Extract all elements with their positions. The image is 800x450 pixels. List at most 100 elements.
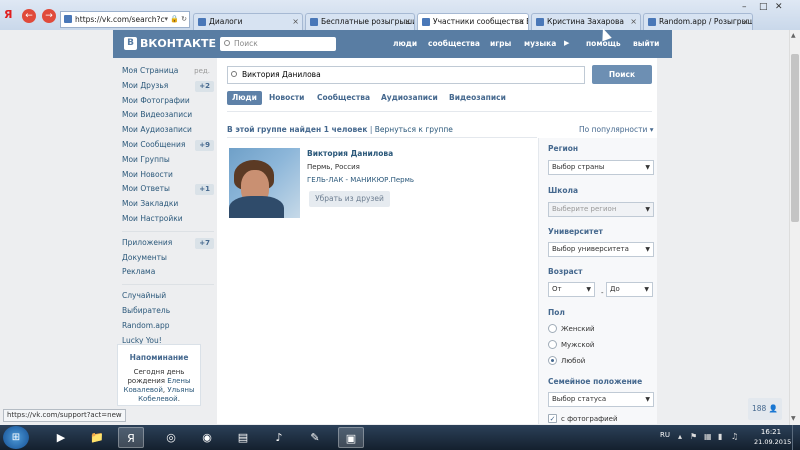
with-photo-checkbox[interactable]: ✓ с фотографией bbox=[548, 414, 618, 424]
tab-kristina[interactable]: Кристина Захарова × bbox=[531, 13, 641, 30]
close-window-icon[interactable]: ✕ bbox=[775, 2, 783, 12]
tab-audio[interactable]: Аудиозаписи bbox=[381, 91, 438, 105]
age-to-select[interactable]: До ▼ bbox=[606, 282, 653, 297]
tab-communities[interactable]: Сообщества bbox=[317, 91, 370, 105]
people-search-input[interactable]: Виктория Данилова bbox=[227, 66, 585, 84]
school-select[interactable]: Выберите регион ▼ bbox=[548, 202, 654, 217]
vk-logo[interactable]: В ВКОНТАКТЕ bbox=[124, 37, 216, 51]
tab-close-icon[interactable]: × bbox=[518, 14, 525, 30]
sidebar-item-groups[interactable]: Мои Группы bbox=[122, 153, 214, 168]
sort-dropdown[interactable]: По популярности ▾ bbox=[579, 125, 654, 134]
sidebar-item-chooser[interactable]: Выбиратель bbox=[122, 304, 214, 319]
nav-people[interactable]: люди bbox=[393, 39, 417, 48]
nav-logout[interactable]: выйти bbox=[633, 39, 659, 48]
person-status-link[interactable]: ГЕЛЬ-ЛАК - МАНИКЮР.Пермь bbox=[307, 176, 414, 184]
tray-volume-icon[interactable]: ♫ bbox=[731, 432, 738, 441]
page-scrollbar[interactable]: ▲ ▼ bbox=[789, 30, 800, 425]
tab-news[interactable]: Новости bbox=[269, 91, 304, 105]
play-icon[interactable]: ▶ bbox=[564, 39, 569, 47]
header-search-input[interactable]: Поиск bbox=[220, 37, 336, 51]
sidebar-item-random[interactable]: Случайный bbox=[122, 289, 214, 304]
maximize-icon[interactable]: □ bbox=[759, 2, 768, 12]
tray-arrow-icon[interactable]: ▴ bbox=[678, 432, 682, 441]
minimize-icon[interactable]: – bbox=[742, 2, 747, 12]
outlook-icon[interactable]: ◎ bbox=[158, 427, 184, 448]
reminder-name-link[interactable]: Ковалевой bbox=[123, 386, 162, 394]
reminder-name-link[interactable]: Ульяны bbox=[167, 386, 194, 394]
forward-button[interactable]: → bbox=[42, 9, 56, 23]
remove-friend-button[interactable]: Убрать из друзей bbox=[309, 191, 390, 207]
person-name-link[interactable]: Виктория Данилова bbox=[307, 149, 393, 158]
chrome-icon[interactable]: ◉ bbox=[194, 427, 220, 448]
tab-close-icon[interactable]: × bbox=[630, 14, 637, 30]
screen-recorder-icon[interactable]: ▣ bbox=[338, 427, 364, 448]
tray-network-icon[interactable]: ▦ bbox=[704, 432, 712, 441]
language-indicator[interactable]: RU bbox=[660, 431, 670, 439]
nav-music[interactable]: музыка bbox=[524, 39, 556, 48]
yandex-browser-icon[interactable]: Я bbox=[118, 427, 144, 448]
terminal-icon[interactable]: ▤ bbox=[230, 427, 256, 448]
nav-games[interactable]: игры bbox=[490, 39, 511, 48]
lock-icon[interactable]: ▾ 🔒 ↻ bbox=[164, 12, 187, 27]
sidebar-item-friends[interactable]: Мои Друзья +2 bbox=[122, 79, 214, 94]
tab-people[interactable]: Люди bbox=[227, 91, 262, 105]
back-to-group-link[interactable]: Вернуться к группе bbox=[375, 125, 453, 134]
sidebar-item-bookmarks[interactable]: Мои Закладки bbox=[122, 197, 214, 212]
sidebar-item-news[interactable]: Мои Новости bbox=[122, 168, 214, 183]
show-desktop-button[interactable] bbox=[792, 425, 800, 450]
tab-close-icon[interactable]: × bbox=[292, 14, 299, 30]
reminder-name-link[interactable]: Елены bbox=[167, 377, 190, 385]
back-button[interactable]: ← bbox=[22, 9, 36, 23]
scroll-down-icon[interactable]: ▼ bbox=[791, 415, 796, 422]
apps-count-badge[interactable]: +7 bbox=[195, 237, 214, 249]
sidebar-item-ads[interactable]: Реклама bbox=[122, 265, 214, 280]
gender-female-radio[interactable]: Женский bbox=[548, 324, 595, 334]
sidebar-item-my-page[interactable]: Моя Страница ред. bbox=[122, 64, 214, 79]
sidebar-item-messages[interactable]: Мои Сообщения +9 bbox=[122, 138, 214, 153]
sidebar-item-apps[interactable]: Приложения +7 bbox=[122, 236, 214, 251]
edit-link[interactable]: ред. bbox=[194, 64, 210, 79]
sidebar-item-audio[interactable]: Мои Аудиозаписи bbox=[122, 123, 214, 138]
clock-date[interactable]: 21.09.2015 bbox=[754, 438, 791, 446]
gender-any-radio[interactable]: Любой bbox=[548, 356, 585, 366]
audio-icon[interactable]: ♪ bbox=[266, 427, 292, 448]
address-bar[interactable]: https://vk.com/search?c ▾ 🔒 ↻ bbox=[60, 11, 190, 28]
sidebar-item-settings[interactable]: Мои Настройки bbox=[122, 212, 214, 227]
tab-random-app[interactable]: Random.app / Розыгрыши ... × bbox=[643, 13, 753, 30]
checkbox-label: с фотографией bbox=[561, 415, 618, 423]
friends-count-badge[interactable]: +2 bbox=[195, 80, 214, 92]
nav-communities[interactable]: сообщества bbox=[428, 39, 480, 48]
sidebar-item-answers[interactable]: Мои Ответы +1 bbox=[122, 182, 214, 197]
clock-time[interactable]: 16:21 bbox=[754, 428, 788, 436]
scroll-up-icon[interactable]: ▲ bbox=[791, 32, 796, 39]
sidebar-item-photos[interactable]: Мои Фотографии bbox=[122, 94, 214, 109]
tab-dialogs[interactable]: Диалоги × bbox=[193, 13, 303, 30]
gender-male-radio[interactable]: Мужской bbox=[548, 340, 594, 350]
tab-close-icon[interactable]: × bbox=[742, 14, 749, 30]
age-from-select[interactable]: От ▼ bbox=[548, 282, 595, 297]
answers-count-badge[interactable]: +1 bbox=[195, 184, 214, 196]
reminder-name-link[interactable]: Кобелевой bbox=[138, 395, 178, 403]
search-button[interactable]: Поиск bbox=[592, 65, 652, 84]
paint-icon[interactable]: ✎ bbox=[302, 427, 328, 448]
file-explorer-icon[interactable]: 📁 bbox=[84, 427, 110, 448]
tab-community-members[interactable]: Участники сообщества Б... × bbox=[417, 13, 529, 30]
yandex-logo[interactable]: Я bbox=[4, 9, 16, 21]
marital-select[interactable]: Выбор статуса ▼ bbox=[548, 392, 654, 407]
tab-video[interactable]: Видеозаписи bbox=[449, 91, 506, 105]
start-button[interactable]: ⊞ bbox=[3, 426, 29, 449]
region-select[interactable]: Выбор страны ▼ bbox=[548, 160, 654, 175]
tray-flag-icon[interactable]: ⚑ bbox=[690, 432, 697, 441]
sidebar-item-videos[interactable]: Мои Видеозаписи bbox=[122, 108, 214, 123]
media-player-icon[interactable]: ▶ bbox=[48, 427, 74, 448]
tray-battery-icon[interactable]: ▮ bbox=[718, 432, 722, 441]
sidebar-item-random-app[interactable]: Random.app bbox=[122, 319, 214, 334]
person-avatar[interactable] bbox=[229, 148, 300, 218]
online-count-badge[interactable]: 188 👤 bbox=[748, 398, 782, 420]
tab-giveaways[interactable]: Бесплатные розыгрыши пр... × bbox=[305, 13, 415, 30]
university-select[interactable]: Выбор университета ▼ bbox=[548, 242, 654, 257]
tab-close-icon[interactable]: × bbox=[404, 14, 411, 30]
messages-count-badge[interactable]: +9 bbox=[195, 139, 214, 151]
scrollbar-thumb[interactable] bbox=[791, 54, 799, 222]
sidebar-item-documents[interactable]: Документы bbox=[122, 251, 214, 266]
